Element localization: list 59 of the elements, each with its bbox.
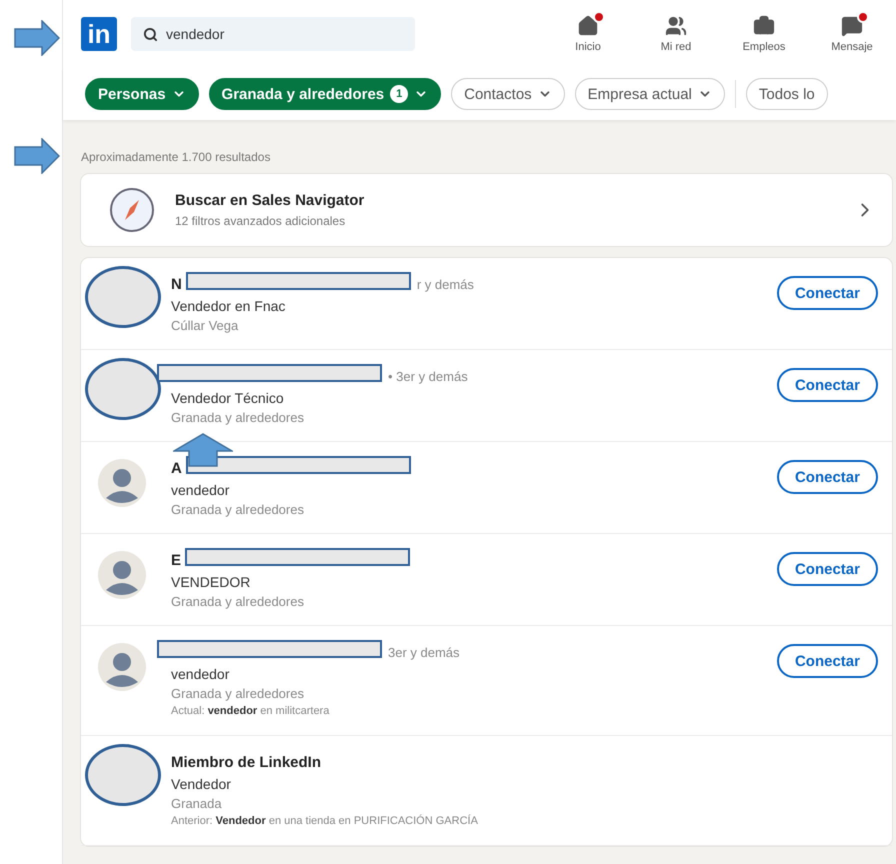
compass-icon xyxy=(109,187,155,233)
home-icon xyxy=(577,15,599,37)
filter-pill[interactable]: Empresa actual xyxy=(574,78,725,110)
connection-degree: r y demás xyxy=(416,276,474,292)
connection-degree: • 3er y demás xyxy=(388,368,468,384)
result-row[interactable]: E VENDEDOR Granada y alrededores Conectar xyxy=(81,534,892,626)
filter-pill[interactable]: Personas xyxy=(85,78,199,110)
connect-button[interactable]: Conectar xyxy=(776,552,878,586)
connect-button[interactable]: Conectar xyxy=(776,644,878,678)
nav-item[interactable]: Mi red xyxy=(632,15,720,53)
people-icon xyxy=(665,15,687,37)
card-subtitle: 12 filtros avanzados adicionales xyxy=(175,214,346,228)
person-location: Granada y alrededores xyxy=(171,502,305,517)
connect-button[interactable]: Conectar xyxy=(776,460,878,494)
person-headline: Vendedor en Fnac xyxy=(171,298,286,314)
connect-button[interactable]: Conectar xyxy=(776,368,878,402)
result-row[interactable]: 3er y demás vendedor Granada y alrededores Actual: vendedor en militcartera Conectar xyxy=(81,626,892,736)
person-location: Cúllar Vega xyxy=(171,318,240,333)
person-headline: Vendedor Técnico xyxy=(171,390,285,406)
result-row[interactable]: Miembro de LinkedIn Vendedor Granada Anterior: Vendedor en una tienda en PURIFICACIÓN GARCÍA xyxy=(81,736,892,846)
sales-navigator-card[interactable]: Buscar en Sales Navigator 12 filtros avanzados adicionales xyxy=(81,174,892,246)
filter-pill[interactable]: Todos lo xyxy=(746,78,828,110)
person-name: A xyxy=(171,460,182,476)
person-location: Granada y alrededores xyxy=(171,686,305,701)
person-name: E xyxy=(171,552,182,568)
result-row[interactable]: N r y demás Vendedor en Fnac Cúllar Vega Conectar xyxy=(81,258,892,350)
connect-button[interactable]: Conectar xyxy=(776,276,878,310)
result-row[interactable]: • 3er y demás Vendedor Técnico Granada y alrededores Conectar xyxy=(81,350,892,442)
nav-item[interactable]: Mensaje xyxy=(808,15,896,53)
result-row[interactable]: A vendedor Granada y alrededores Conectar xyxy=(81,442,892,534)
avatar-placeholder-icon xyxy=(97,458,147,508)
person-name: Miembro de LinkedIn xyxy=(171,754,322,770)
search-field[interactable]: vendedor xyxy=(131,17,415,51)
person-headline: vendedor xyxy=(171,666,230,682)
person-headline: Vendedor xyxy=(171,776,232,792)
message-icon xyxy=(841,15,863,37)
person-name: N xyxy=(171,276,182,292)
avatar-placeholder-icon xyxy=(97,642,147,692)
search-icon xyxy=(143,26,158,42)
avatar-placeholder-icon xyxy=(97,550,147,600)
nav-item[interactable]: Empleos xyxy=(720,15,808,53)
annotation-arrow xyxy=(14,138,60,174)
person-location: Granada xyxy=(171,796,223,811)
person-headline: VENDEDOR xyxy=(171,574,252,590)
connection-degree: 3er y demás xyxy=(388,644,460,660)
person-headline: vendedor xyxy=(171,482,230,498)
results-count: Aproximadamente 1.700 resultados xyxy=(81,150,272,164)
filter-count: 1 xyxy=(390,85,408,103)
filter-pill[interactable]: Contactos xyxy=(451,78,565,110)
person-location: Granada y alrededores xyxy=(171,594,305,609)
briefcase-icon xyxy=(753,15,775,37)
experience-note: Anterior: Vendedor en una tienda en PURIFICACIÓN GARCÍA xyxy=(171,815,479,827)
card-title: Buscar en Sales Navigator xyxy=(175,192,364,209)
filter-pill[interactable]: Granada y alrededores 1 xyxy=(208,78,442,110)
linkedin-logo[interactable]: in xyxy=(81,17,117,51)
nav-item[interactable]: Inicio xyxy=(544,15,632,53)
person-location: Granada y alrededores xyxy=(171,410,305,425)
experience-note: Actual: vendedor en militcartera xyxy=(171,705,330,717)
annotation-arrow xyxy=(14,20,60,56)
